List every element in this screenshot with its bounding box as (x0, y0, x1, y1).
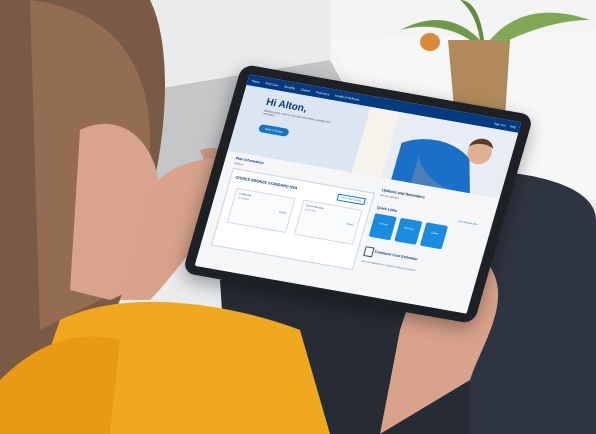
quick-link-claims[interactable]: Claims (419, 222, 449, 250)
nav-item-home[interactable]: Home (251, 78, 260, 83)
view-all-quick-links[interactable]: View all quick links (457, 220, 477, 226)
quick-link-id-card[interactable]: ID Card (368, 213, 397, 241)
nav-item-wellness[interactable]: Health & Wellness (335, 93, 360, 101)
right-panel: Updates and Reminders No new updates Qui… (357, 182, 488, 293)
deductible-details-link[interactable]: Details (346, 222, 354, 226)
quick-link-find-care[interactable]: Find Care (394, 217, 423, 245)
updates-subtitle: No new updates (379, 193, 400, 201)
view-plan-details-button[interactable]: View Plan Details (336, 193, 367, 206)
nav-item-pharmacy[interactable]: Pharmacy (316, 90, 330, 96)
hero-text: Hi Alton, Welcome back. Here is your pla… (257, 97, 336, 145)
nav-item-find-care[interactable]: Find Care (265, 81, 279, 87)
plan-type: Medical (233, 162, 244, 167)
deductible-out-network: Out-of-Network Deductible Details (293, 199, 363, 245)
photo-scene: Home Find Care Benefits Claims Pharmacy … (0, 0, 596, 434)
plan-title: CHOICE BRONZE STANDARD HSA (234, 175, 299, 191)
cost-estimator-subtitle: Get cost estimates for common medical pr… (361, 259, 417, 273)
nav-item-benefits[interactable]: Benefits (284, 84, 296, 90)
quick-links-title: Quick Links (376, 205, 398, 213)
nav-right: Sign Out Help (494, 121, 517, 129)
nav-item-claims[interactable]: Claims (301, 87, 311, 92)
help-link[interactable]: Help (509, 124, 516, 129)
sign-out-link[interactable]: Sign Out (494, 121, 507, 127)
find-doctor-button[interactable]: Find a Doctor (258, 123, 290, 137)
deductible-details-link[interactable]: Details (279, 211, 287, 215)
calculator-icon (363, 246, 375, 258)
deductible-in-network: In-Network Deductible Details (226, 187, 296, 234)
cost-estimator-title[interactable]: Treatment Cost Estimator (374, 250, 418, 261)
plan-card: CHOICE BRONZE STANDARD HSA View Plan Det… (210, 167, 375, 271)
